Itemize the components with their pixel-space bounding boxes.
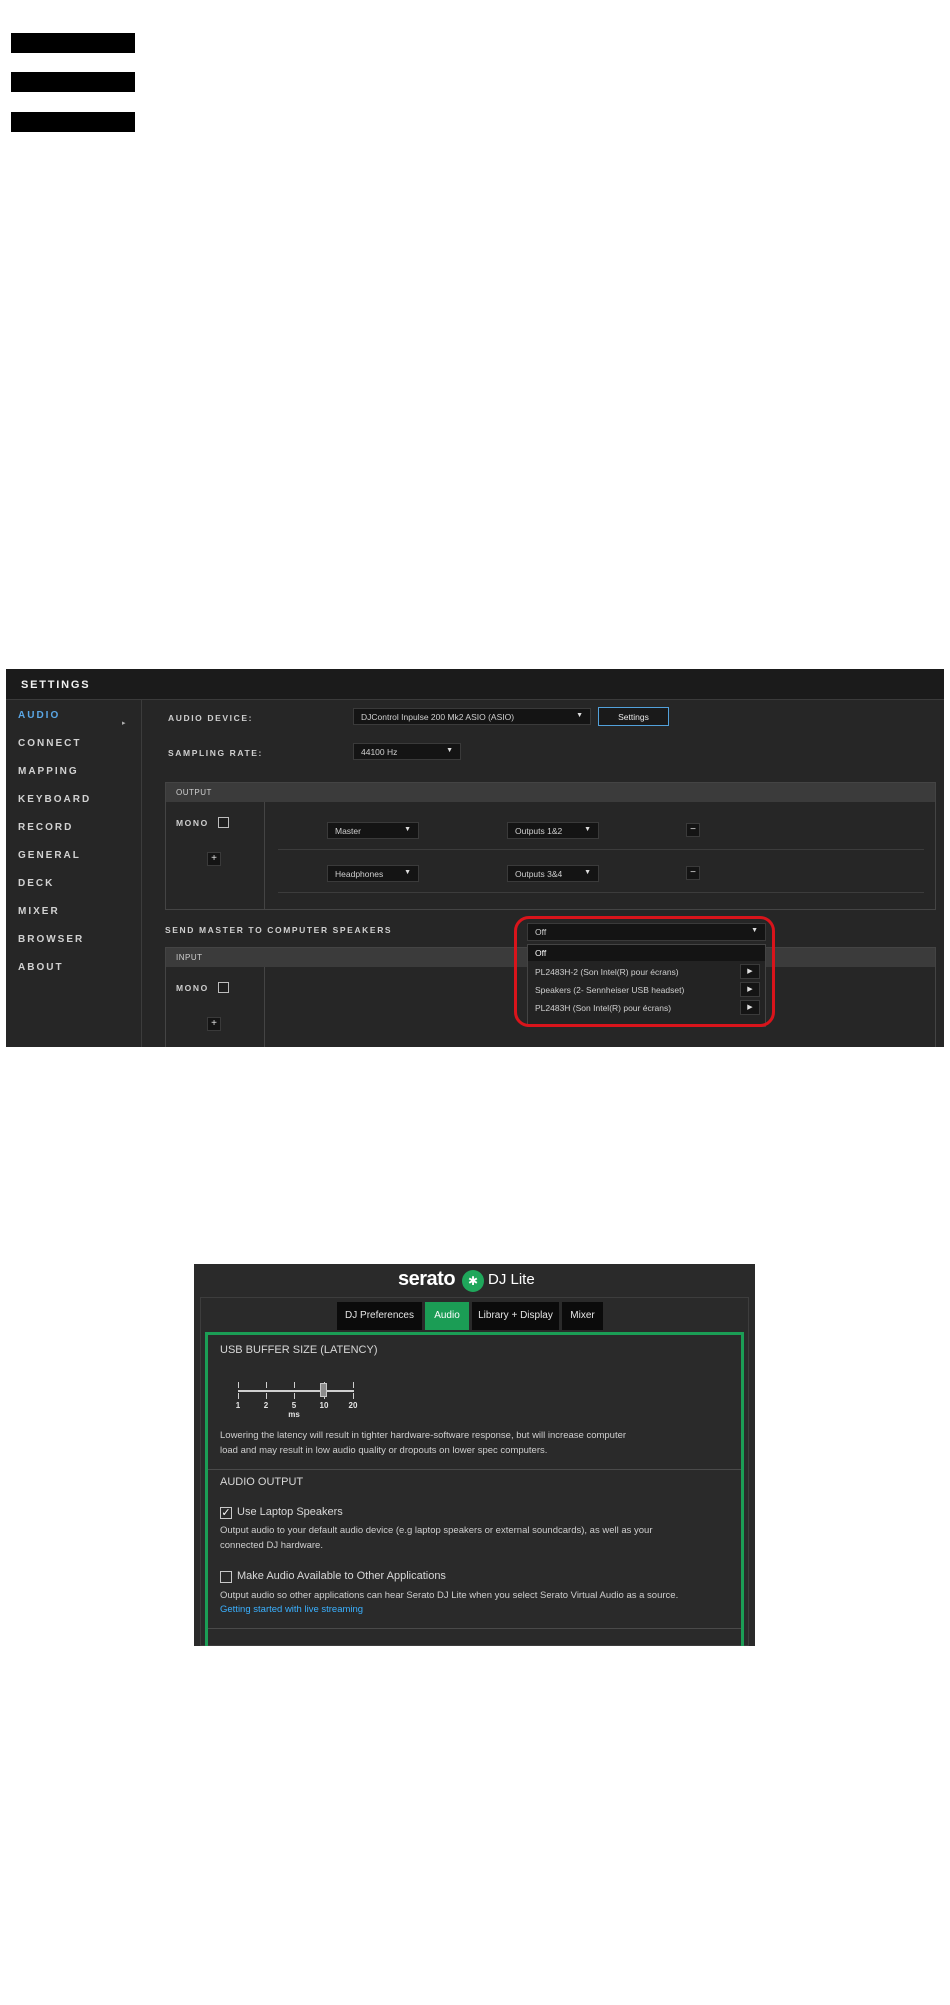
redacted-block xyxy=(11,33,135,53)
output-route-dropdown[interactable]: Outputs 3&4 ▼ xyxy=(507,865,599,882)
nav-item-browser[interactable]: BROWSER xyxy=(18,934,84,945)
output-panel: OUTPUT MONO + Master ▼ Outputs 1&2 ▼ − H… xyxy=(165,782,936,910)
tick-label: 20 xyxy=(348,1401,358,1410)
tick-mark xyxy=(238,1393,239,1399)
audio-output-title: AUDIO OUTPUT xyxy=(220,1476,304,1488)
section-divider xyxy=(208,1628,741,1629)
nav-item-record[interactable]: RECORD xyxy=(18,822,73,833)
tick-mark xyxy=(294,1382,295,1388)
nav-item-deck[interactable]: DECK xyxy=(18,878,54,889)
nav-item-label: AUDIO xyxy=(18,710,61,721)
dropdown-value: Outputs 1&2 xyxy=(515,826,563,836)
use-laptop-speakers-note: Output audio to your default audio devic… xyxy=(220,1525,653,1551)
add-output-button[interactable]: + xyxy=(207,852,221,866)
dropdown-value: Headphones xyxy=(335,869,384,879)
output-route-dropdown[interactable]: Outputs 1&2 ▼ xyxy=(507,822,599,839)
virtual-audio-label: Make Audio Available to Other Applicatio… xyxy=(237,1570,446,1582)
tick-mark xyxy=(238,1382,239,1388)
tick-mark xyxy=(353,1382,354,1388)
tick-mark xyxy=(266,1382,267,1388)
mono-checkbox[interactable] xyxy=(218,982,229,993)
audio-settings-content: USB BUFFER SIZE (LATENCY) 1 2 5 10 20 ms… xyxy=(205,1332,744,1646)
nav-item-audio[interactable]: AUDIO ▸ xyxy=(18,710,126,727)
highlight-annotation xyxy=(514,916,775,1027)
use-laptop-speakers-checkbox[interactable]: ✓ xyxy=(220,1507,232,1519)
tick-label: 1 xyxy=(235,1401,241,1410)
latency-unit: ms xyxy=(288,1410,300,1419)
caret-down-icon: ▼ xyxy=(584,869,591,876)
live-streaming-link[interactable]: Getting started with live streaming xyxy=(220,1604,363,1615)
settings-header: SETTINGS xyxy=(6,669,944,700)
tick-mark xyxy=(266,1393,267,1399)
remove-output-button[interactable]: − xyxy=(686,866,700,880)
tick-mark xyxy=(353,1393,354,1399)
tab-dj-preferences[interactable]: DJ Preferences xyxy=(337,1302,422,1330)
tab-library-display[interactable]: Library + Display xyxy=(472,1302,559,1330)
nav-item-mixer[interactable]: MIXER xyxy=(18,906,60,917)
usb-buffer-title: USB BUFFER SIZE (LATENCY) xyxy=(220,1344,378,1356)
tab-mixer[interactable]: Mixer xyxy=(562,1302,603,1330)
audio-device-label: AUDIO DEVICE: xyxy=(168,713,254,723)
output-panel-header: OUTPUT xyxy=(166,783,935,802)
caret-down-icon: ▼ xyxy=(576,712,583,719)
sampling-rate-label: SAMPLING RATE: xyxy=(168,748,263,758)
use-laptop-speakers-label: Use Laptop Speakers xyxy=(237,1506,343,1518)
tick-label: 5 xyxy=(291,1401,297,1410)
virtual-audio-checkbox[interactable] xyxy=(220,1571,232,1583)
product-name: DJ Lite xyxy=(488,1271,535,1288)
mono-label: MONO xyxy=(176,983,209,993)
panel-divider xyxy=(264,802,265,910)
caret-down-icon: ▼ xyxy=(584,826,591,833)
section-divider xyxy=(208,1469,741,1470)
nav-item-about[interactable]: ABOUT xyxy=(18,962,64,973)
dropdown-value: Master xyxy=(335,826,361,836)
dropdown-value: 44100 Hz xyxy=(361,747,398,757)
audio-device-dropdown[interactable]: DJControl Inpulse 200 Mk2 ASIO (ASIO) ▼ xyxy=(353,708,591,725)
row-divider xyxy=(278,849,924,850)
panel-divider xyxy=(264,967,265,1047)
virtual-audio-note: Output audio so other applications can h… xyxy=(220,1590,679,1601)
tick-label: 10 xyxy=(319,1401,329,1410)
dropdown-value: Outputs 3&4 xyxy=(515,869,563,879)
remove-output-button[interactable]: − xyxy=(686,823,700,837)
mono-checkbox[interactable] xyxy=(218,817,229,828)
caret-right-icon: ▸ xyxy=(122,720,128,727)
serato-settings-window: serato ✱ DJ Lite DJ Preferences Audio Li… xyxy=(194,1264,755,1646)
send-master-label: SEND MASTER TO COMPUTER SPEAKERS xyxy=(165,925,393,935)
slider-thumb[interactable] xyxy=(320,1383,327,1397)
dropdown-value: DJControl Inpulse 200 Mk2 ASIO (ASIO) xyxy=(361,712,515,722)
device-settings-button[interactable]: Settings xyxy=(598,707,669,726)
add-input-button[interactable]: + xyxy=(207,1017,221,1031)
sampling-rate-dropdown[interactable]: 44100 Hz ▼ xyxy=(353,743,461,760)
caret-down-icon: ▼ xyxy=(404,869,411,876)
output-channel-dropdown[interactable]: Headphones ▼ xyxy=(327,865,419,882)
mono-label: MONO xyxy=(176,818,209,828)
settings-sidebar: AUDIO ▸ CONNECT MAPPING KEYBOARD RECORD … xyxy=(6,700,142,1047)
settings-title: SETTINGS xyxy=(21,679,91,691)
tick-label: 2 xyxy=(263,1401,269,1410)
dj-settings-window: SETTINGS AUDIO ▸ CONNECT MAPPING KEYBOAR… xyxy=(6,669,944,1047)
caret-down-icon: ▼ xyxy=(446,747,453,754)
row-divider xyxy=(278,892,924,893)
redacted-block xyxy=(11,72,135,92)
output-channel-dropdown[interactable]: Master ▼ xyxy=(327,822,419,839)
nav-item-connect[interactable]: CONNECT xyxy=(18,738,81,749)
serato-wordmark: serato xyxy=(398,1268,456,1290)
redacted-block xyxy=(11,112,135,132)
caret-down-icon: ▼ xyxy=(404,826,411,833)
tab-audio[interactable]: Audio xyxy=(425,1302,469,1330)
serato-header: serato ✱ DJ Lite xyxy=(194,1264,755,1297)
serato-logo-icon: ✱ xyxy=(462,1270,484,1292)
nav-item-mapping[interactable]: MAPPING xyxy=(18,766,79,777)
nav-item-general[interactable]: GENERAL xyxy=(18,850,81,861)
slider-track xyxy=(238,1390,354,1392)
latency-note: Lowering the latency will result in tigh… xyxy=(220,1430,627,1456)
tick-mark xyxy=(294,1393,295,1399)
nav-item-keyboard[interactable]: KEYBOARD xyxy=(18,794,91,805)
